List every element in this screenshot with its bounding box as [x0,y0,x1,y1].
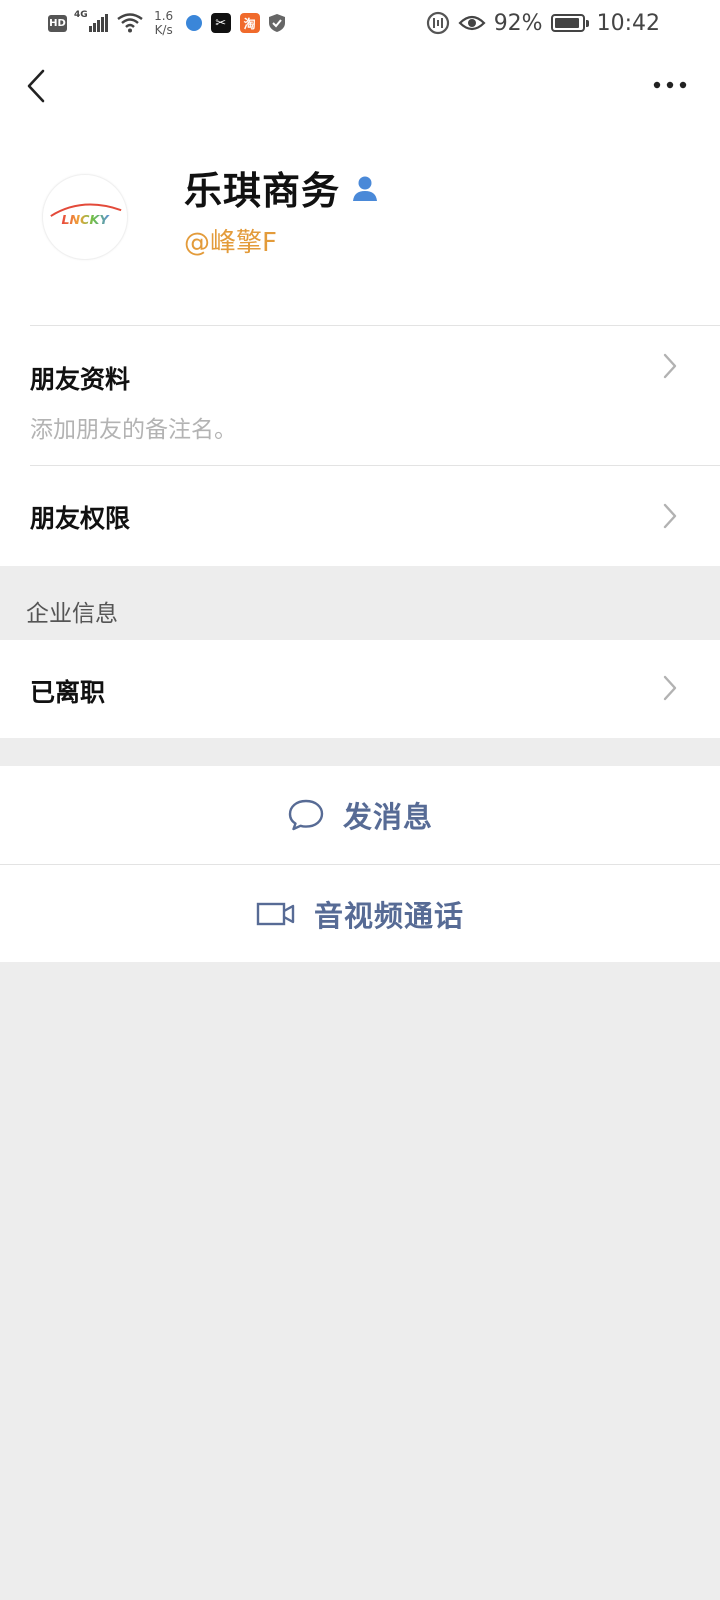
avatar-text: LNCKY [61,212,110,227]
eye-icon [458,15,486,31]
chat-bubble-icon [288,799,324,831]
friend-permissions-title: 朋友权限 [30,504,131,533]
network-speed: 1.6 K/s [151,9,177,37]
status-bar-left: HD 4G 1.6 K/s ✂ 淘 [48,8,286,38]
battery-fill [554,18,579,28]
video-camera-icon [256,902,295,925]
avatar-logo: LNCKY [50,203,122,227]
shield-icon [268,14,285,32]
speed-unit: K/s [154,23,173,37]
chevron-right-icon [663,503,677,529]
back-button[interactable] [16,64,56,108]
contact-name: 乐琪商务 [184,169,341,213]
status-bar: HD 4G 1.6 K/s ✂ 淘 92% 10:42 [0,0,720,46]
friend-info-row[interactable]: 朋友资料 添加朋友的备注名。 [0,332,720,472]
friend-info-title: 朋友资料 [30,365,131,394]
person-icon [353,176,378,201]
send-message-button[interactable]: 发消息 [0,766,720,864]
back-arrow-icon [27,69,45,103]
enterprise-header: 企业信息 [0,566,720,640]
hd-badge: HD [48,14,67,32]
friend-section: 朋友资料 添加朋友的备注名。 朋友权限 [0,325,720,566]
video-call-label: 音视频通话 [313,898,464,933]
company-handle: @峰擎F [184,228,277,258]
browser-icon [185,15,202,31]
enterprise-status-row[interactable]: 已离职 [0,640,720,738]
battery-icon [550,14,589,32]
network-type: 4G [74,10,88,20]
taobao-icon: 淘 [239,13,260,33]
friend-info-subtitle: 添加朋友的备注名。 [30,417,237,443]
clock: 10:42 [596,10,660,36]
name-row: 乐琪商务 [184,160,380,215]
status-bar-right: 92% 10:42 [426,8,660,38]
enterprise-header-label: 企业信息 [26,601,118,627]
signal-icon [88,14,109,32]
video-call-button[interactable]: 音视频通话 [0,865,720,962]
top-nav [0,46,720,126]
send-message-label: 发消息 [342,800,433,834]
wifi-icon [116,13,143,33]
capcut-icon: ✂ [210,13,231,33]
more-dots-icon [653,81,687,89]
profile-header: LNCKY 乐琪商务 @峰擎F [0,126,720,332]
battery-percent: 92% [493,10,543,36]
more-button[interactable] [648,70,692,100]
speed-value: 1.6 [154,9,174,23]
friend-permissions-row[interactable]: 朋友权限 [0,466,720,566]
enterprise-status-label: 已离职 [30,678,106,707]
divider [30,325,720,326]
chevron-right-icon [663,353,677,379]
avatar[interactable]: LNCKY [42,174,128,260]
chevron-right-icon [663,675,677,701]
vibrate-icon [426,11,449,35]
